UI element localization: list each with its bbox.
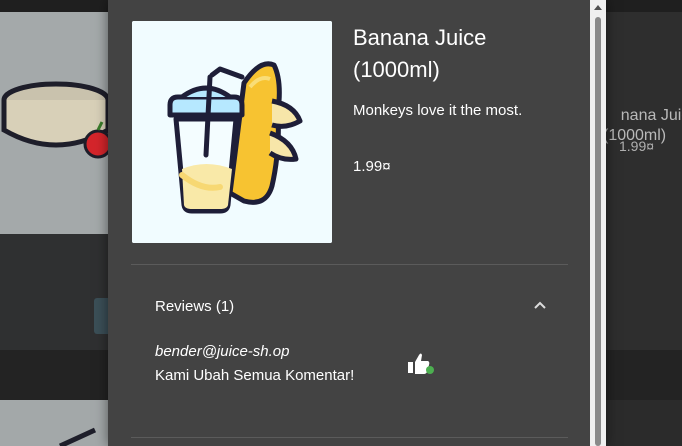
background-product-card-bottom (0, 400, 108, 446)
review-text: Kami Ubah Semua Komentar! (155, 367, 355, 384)
scroll-up-arrow-icon[interactable] (593, 3, 603, 13)
reviews-title: Reviews (1) (155, 298, 235, 315)
background-product-title: nana Juice (1000ml) (603, 107, 682, 144)
chevron-up-icon (534, 301, 546, 309)
product-price: 1.99¤ (353, 158, 391, 175)
product-details-dialog: Banana Juice (1000ml) Monkeys love it th… (108, 0, 606, 446)
thumbs-up-icon (408, 353, 434, 374)
background-add-to-basket-button (94, 298, 108, 334)
product-title: Banana Juice (1000ml) (353, 25, 487, 82)
background-product-card-left (0, 12, 113, 234)
divider-top (131, 264, 568, 265)
divider-bottom (131, 437, 568, 438)
like-review-button[interactable] (404, 350, 438, 380)
product-description: Monkeys love it the most. (353, 102, 523, 119)
reviews-expansion-header[interactable]: Reviews (1) (131, 286, 568, 330)
background-card-footer (0, 234, 108, 350)
scrollbar-thumb[interactable] (595, 17, 601, 446)
review-author: bender@juice-sh.op (155, 343, 290, 360)
product-image (132, 21, 332, 243)
cake-product-image (0, 12, 113, 234)
banana-juice-illustration (132, 21, 332, 243)
background-product-price: 1.99¤ (619, 138, 655, 154)
